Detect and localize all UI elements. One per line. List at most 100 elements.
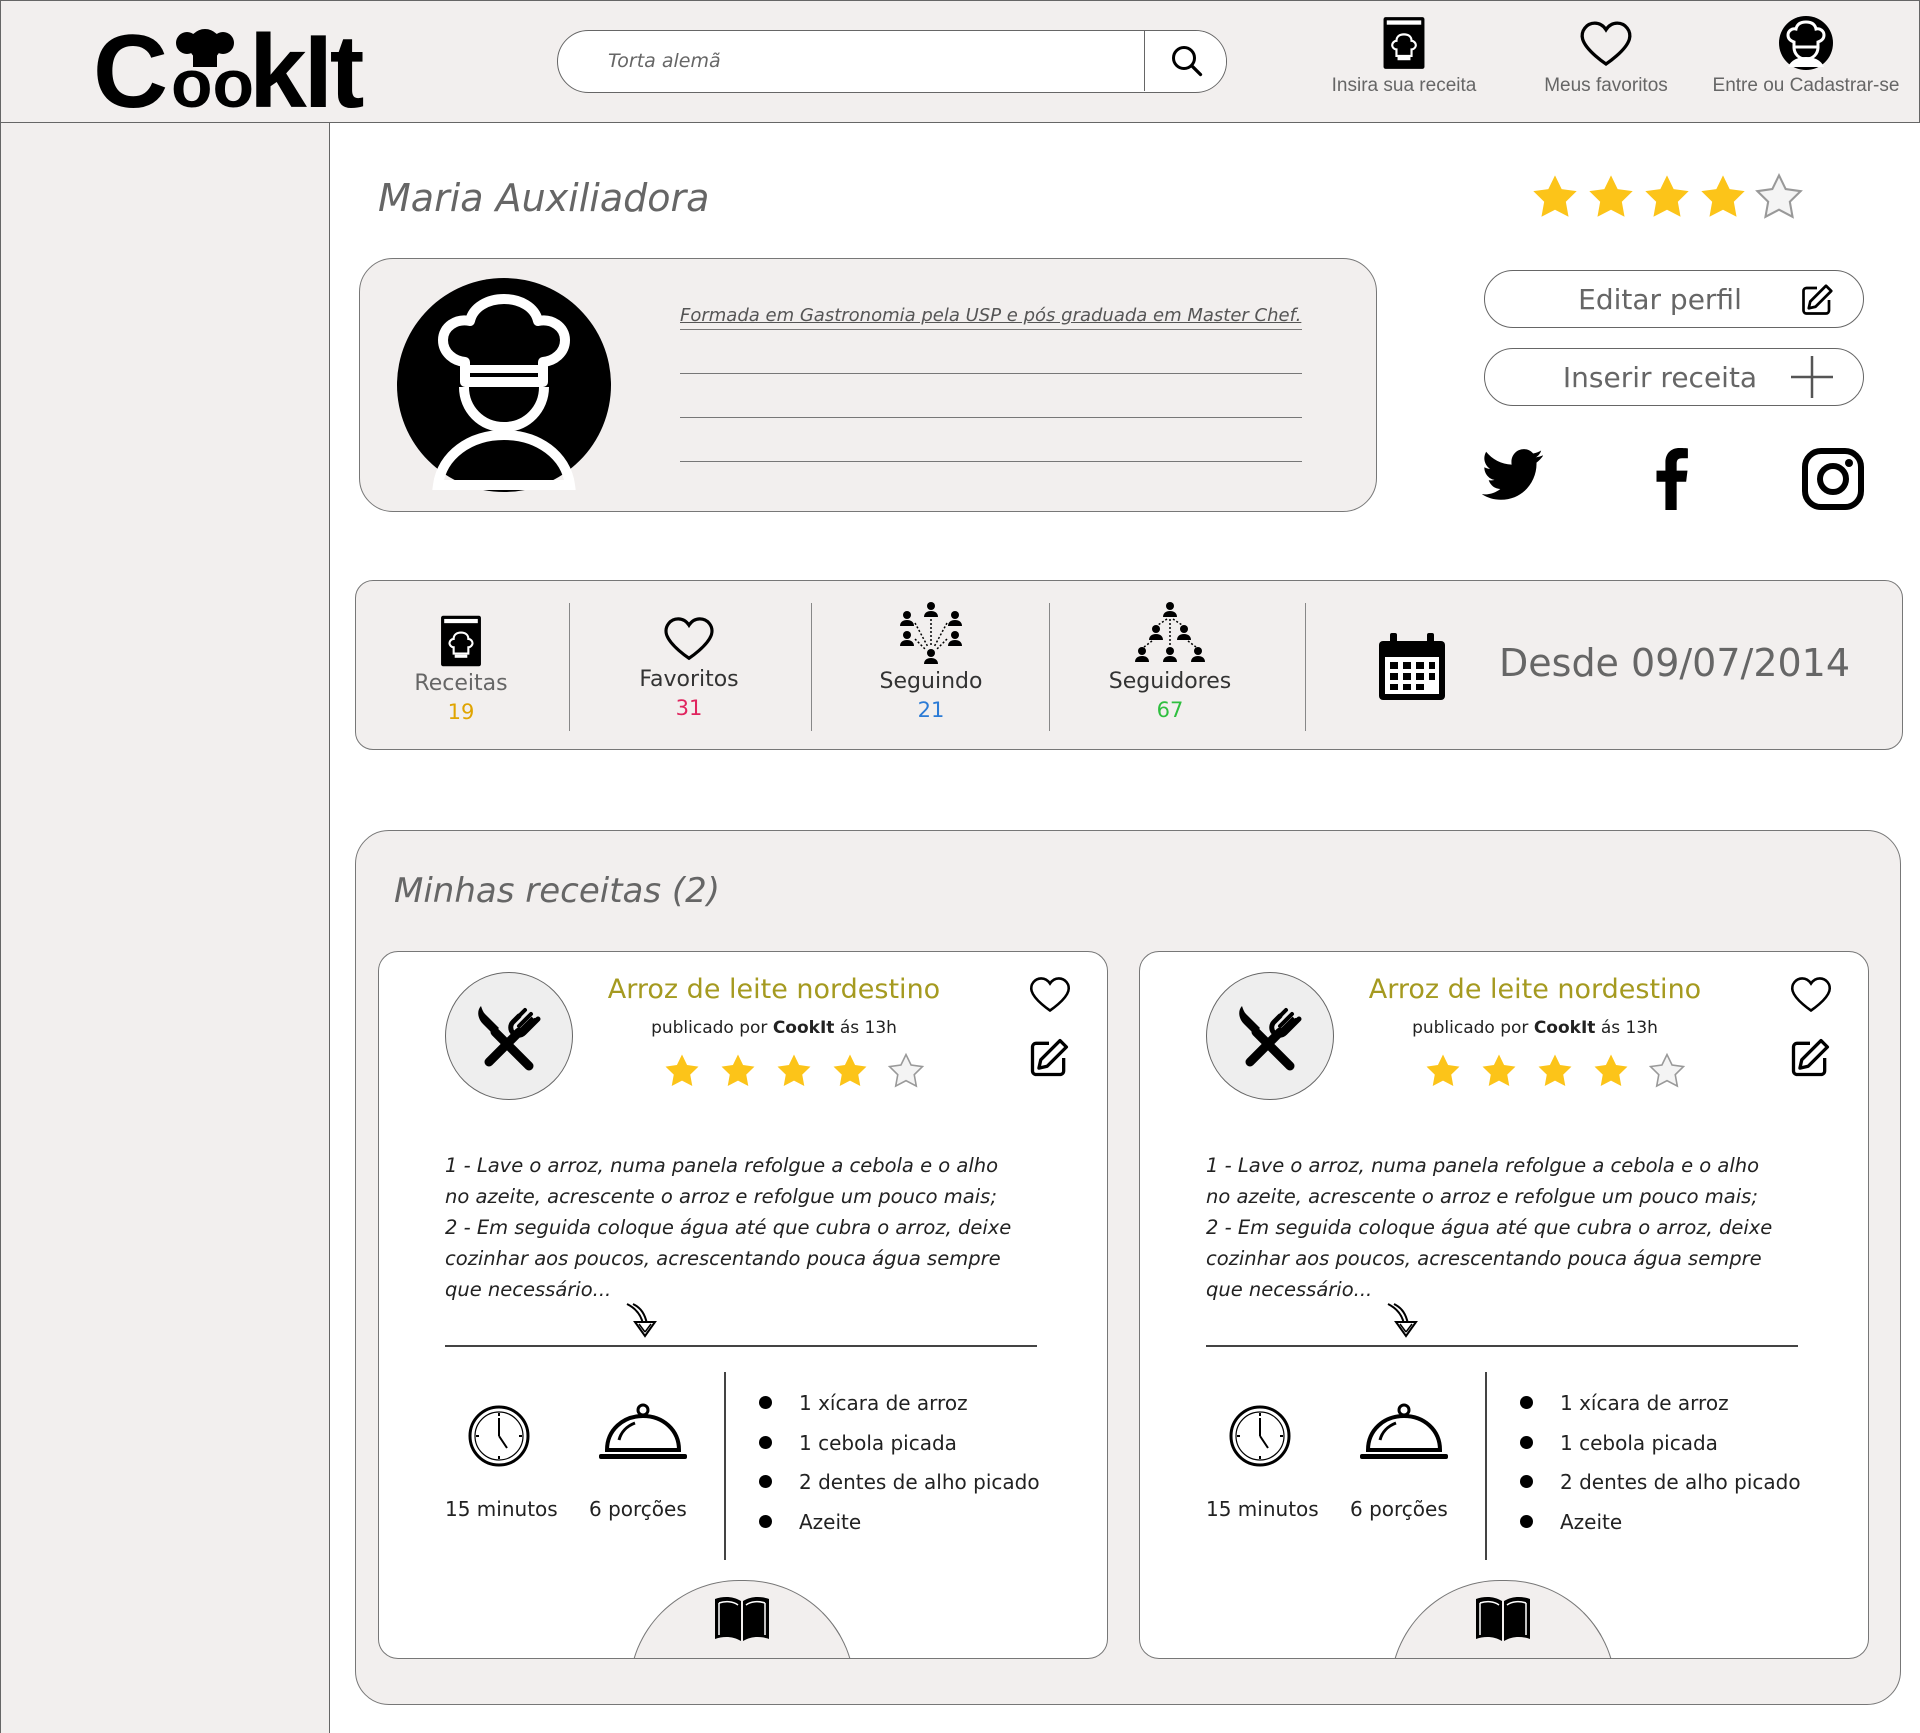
twitter-icon	[1482, 449, 1543, 500]
recipe-title[interactable]: Arroz de leite nordestino	[579, 974, 969, 1005]
open-recipe-button[interactable]	[1390, 1580, 1616, 1658]
ingredient-item: 2 dentes de alho picado	[1520, 1463, 1801, 1503]
calendar-icon	[1379, 633, 1445, 700]
recipe-divider	[1206, 1345, 1798, 1347]
recipe-step-line: cozinhar aos poucos, acrescentando pouca…	[445, 1247, 1001, 1270]
insert-recipe-label: Inserir receita	[1562, 360, 1758, 394]
following-network-icon	[900, 602, 962, 664]
stats-card: Receitas 19 Favoritos 31 Seguindo 21 Seg…	[355, 580, 1903, 750]
stat-divider	[569, 603, 570, 731]
recipe-servings: 6 porções	[1350, 1497, 1448, 1521]
open-book-icon	[1476, 1596, 1530, 1641]
svg-text:C: C	[93, 14, 166, 119]
search-button[interactable]	[1144, 31, 1226, 91]
stat-divider	[1049, 603, 1050, 731]
profile-rating	[1530, 172, 1804, 222]
recipe-card[interactable]: Arroz de leite nordestino publicado por …	[378, 951, 1108, 1659]
stat-divider	[811, 603, 812, 731]
edit-recipe-button[interactable]	[1027, 1036, 1071, 1080]
favorite-button[interactable]	[1027, 972, 1073, 1016]
ingredient-item: Azeite	[1520, 1503, 1801, 1543]
chef-avatar-icon	[397, 278, 611, 492]
nav-insert-recipe[interactable]: Insira sua receita	[1329, 15, 1479, 97]
serving-cloche-icon	[1360, 1403, 1448, 1459]
stat-divider	[1305, 603, 1306, 731]
stat-recipes-label: Receitas	[414, 671, 508, 696]
edit-icon	[1027, 1036, 1071, 1080]
insert-recipe-button[interactable]: Inserir receita	[1484, 348, 1864, 406]
recipe-author-line: publicado por CookIt ás 13h	[1340, 1018, 1730, 1038]
ingredients-list: 1 xícara de arroz 1 cebola picada 2 dentes…	[759, 1384, 1040, 1542]
recipe-author[interactable]: CookIt	[773, 1018, 835, 1038]
arrow-down-icon	[1387, 1303, 1418, 1338]
instagram-link[interactable]	[1802, 448, 1864, 510]
left-sidebar	[0, 123, 330, 1733]
recipe-time-posted: ás 13h	[839, 1018, 897, 1038]
stat-followers[interactable]: Seguidores 67	[1070, 601, 1270, 722]
facebook-link[interactable]	[1656, 448, 1688, 510]
stat-favorites[interactable]: Favoritos 31	[589, 611, 789, 720]
star-filled-icon	[1645, 175, 1689, 217]
recipe-step-line: que necessário...	[445, 1278, 612, 1301]
star-filled-icon	[721, 1054, 755, 1087]
plus-icon	[1791, 356, 1833, 398]
recipe-by-prefix: publicado por	[1412, 1018, 1529, 1038]
followers-network-icon	[1135, 602, 1205, 662]
stat-favorites-value: 31	[675, 696, 703, 720]
edit-icon	[1799, 282, 1835, 318]
recipe-step-line: que necessário...	[1206, 1278, 1373, 1301]
recipe-step-line: 2 - Em seguida coloque água até que cubr…	[445, 1216, 1012, 1239]
expand-steps-button[interactable]	[1384, 1300, 1418, 1340]
twitter-link[interactable]	[1482, 448, 1544, 502]
bio-card: Formada em Gastronomia pela USP e pós gr…	[359, 258, 1377, 512]
star-filled-icon	[833, 1054, 867, 1087]
recipe-title[interactable]: Arroz de leite nordestino	[1340, 974, 1730, 1005]
recipe-step-line: 1 - Lave o arroz, numa panela refolgue a…	[1206, 1154, 1760, 1177]
recipe-author[interactable]: CookIt	[1534, 1018, 1596, 1038]
expand-steps-button[interactable]	[623, 1300, 657, 1340]
favorite-button[interactable]	[1788, 972, 1834, 1016]
edit-recipe-button[interactable]	[1788, 1036, 1832, 1080]
nav-insert-recipe-label: Insira sua receita	[1331, 75, 1477, 96]
recipe-step-line: no azeite, acrescente o arroz e refolgue…	[1206, 1185, 1758, 1208]
svg-text:kIt: kIt	[249, 14, 364, 119]
recipe-time: 15 minutos	[1206, 1497, 1319, 1521]
nav-favorites[interactable]: Meus favoritos	[1531, 15, 1681, 97]
open-recipe-button[interactable]	[629, 1580, 855, 1658]
ingredient-item: 1 cebola picada	[1520, 1424, 1801, 1464]
instagram-icon	[1802, 448, 1864, 510]
bio-line	[680, 373, 1302, 374]
facebook-icon	[1656, 448, 1688, 510]
stat-recipes[interactable]: Receitas 19	[361, 613, 561, 724]
recipe-step-line: 1 - Lave o arroz, numa panela refolgue a…	[445, 1154, 999, 1177]
star-filled-icon	[1594, 1054, 1628, 1087]
recipe-step-line: no azeite, acrescente o arroz e refolgue…	[445, 1185, 997, 1208]
stat-following[interactable]: Seguindo 21	[831, 601, 1031, 722]
svg-text:oo: oo	[171, 46, 254, 119]
bio-line	[680, 329, 1302, 330]
recipe-steps: 1 - Lave o arroz, numa panela refolgue a…	[1206, 1150, 1806, 1305]
avatar[interactable]	[396, 277, 612, 493]
nav-favorites-label: Meus favoritos	[1544, 75, 1668, 96]
edit-profile-button[interactable]: Editar perfil	[1484, 270, 1864, 328]
recipe-by-prefix: publicado por	[651, 1018, 768, 1038]
star-empty-icon	[1755, 172, 1803, 219]
recipe-servings: 6 porções	[589, 1497, 687, 1521]
nav-login[interactable]: Entre ou Cadastrar-se	[1701, 15, 1911, 97]
cookbook-icon	[1382, 15, 1426, 71]
star-filled-icon	[1538, 1054, 1572, 1087]
search-input[interactable]	[558, 31, 1144, 91]
cookit-logo[interactable]: C oo kIt	[93, 9, 453, 119]
bio-line	[680, 417, 1302, 418]
my-recipes-title: Minhas receitas (2)	[394, 871, 721, 911]
stat-following-value: 21	[917, 698, 945, 722]
recipe-rating	[663, 1052, 925, 1090]
stat-favorites-label: Favoritos	[639, 667, 739, 692]
stat-following-label: Seguindo	[879, 669, 983, 694]
ingredient-item: 2 dentes de alho picado	[759, 1463, 1040, 1503]
recipe-time: 15 minutos	[445, 1497, 558, 1521]
recipe-rating	[1424, 1052, 1686, 1090]
recipe-image	[445, 972, 573, 1100]
recipe-card[interactable]: Arroz de leite nordestino publicado por …	[1139, 951, 1869, 1659]
cookbook-icon	[440, 613, 482, 669]
